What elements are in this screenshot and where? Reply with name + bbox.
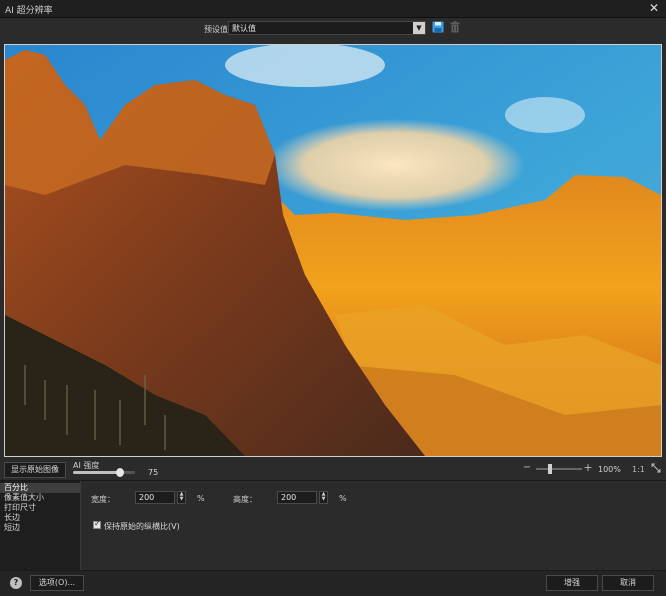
- dialog-footer: ? 选项(O)... 增强 取消: [0, 570, 666, 596]
- actual-size-button[interactable]: 1:1: [632, 465, 645, 474]
- landscape-image: [5, 45, 661, 456]
- preset-bar: 预设值 默认值 ▼: [0, 18, 666, 40]
- keep-ratio-checkbox[interactable]: [93, 519, 101, 529]
- cancel-button[interactable]: 取消: [602, 575, 654, 591]
- height-input[interactable]: 200: [277, 491, 317, 504]
- width-label: 宽度：: [91, 495, 115, 504]
- ai-strength-slider[interactable]: [73, 468, 135, 477]
- ai-strength-fill: [73, 471, 120, 474]
- options-button[interactable]: 选项(O)...: [30, 575, 84, 591]
- window-title: AI 超分辨率: [5, 6, 53, 16]
- width-stepper[interactable]: ▲ ▼: [177, 491, 186, 504]
- zoom-in-icon[interactable]: +: [583, 462, 593, 473]
- preset-value: 默认值: [232, 24, 256, 33]
- preset-dropdown[interactable]: 默认值 ▼: [228, 21, 426, 35]
- width-input[interactable]: 200: [135, 491, 175, 504]
- method-item[interactable]: 像素值大小: [0, 493, 80, 503]
- ai-strength-label: AI 强度: [73, 461, 100, 470]
- title-bar: AI 超分辨率 ✕: [0, 0, 666, 18]
- method-item[interactable]: 长边: [0, 513, 80, 523]
- width-unit: %: [197, 494, 205, 503]
- show-original-button[interactable]: 显示原始图像: [4, 462, 66, 478]
- resize-method-list: 百分比 像素值大小 打印尺寸 长边 短边: [0, 481, 81, 570]
- method-item[interactable]: 短边: [0, 523, 80, 533]
- enhance-button[interactable]: 增强: [546, 575, 598, 591]
- height-unit: %: [339, 494, 347, 503]
- preset-label: 预设值: [204, 25, 228, 34]
- trash-icon[interactable]: [449, 21, 461, 33]
- stepper-down-icon[interactable]: ▼: [320, 497, 327, 502]
- zoom-thumb[interactable]: [547, 464, 552, 474]
- zoom-slider[interactable]: [536, 464, 582, 474]
- zoom-value: 100%: [598, 465, 621, 474]
- size-settings: 宽度： 200 ▲ ▼ % 高度： 200 ▲ ▼ % 保持原始的纵横比(V): [81, 481, 666, 570]
- zoom-out-icon[interactable]: −: [522, 463, 532, 474]
- help-icon[interactable]: ?: [10, 577, 22, 589]
- image-preview[interactable]: [4, 44, 662, 457]
- ai-strength-value: 75: [148, 468, 159, 477]
- method-item[interactable]: 打印尺寸: [0, 503, 80, 513]
- preview-controls: 显示原始图像 AI 强度 75 − + 100% 1:1: [0, 458, 666, 480]
- height-label: 高度：: [233, 495, 257, 504]
- height-stepper[interactable]: ▲ ▼: [319, 491, 328, 504]
- chevron-down-icon[interactable]: ▼: [413, 22, 425, 34]
- fit-to-window-icon[interactable]: [651, 463, 661, 473]
- stepper-down-icon[interactable]: ▼: [178, 497, 185, 502]
- method-item[interactable]: 百分比: [0, 483, 80, 493]
- keep-ratio-label[interactable]: 保持原始的纵横比(V): [104, 521, 180, 532]
- close-icon[interactable]: ✕: [647, 1, 661, 15]
- save-icon[interactable]: [432, 21, 444, 33]
- ai-strength-thumb[interactable]: [115, 468, 124, 477]
